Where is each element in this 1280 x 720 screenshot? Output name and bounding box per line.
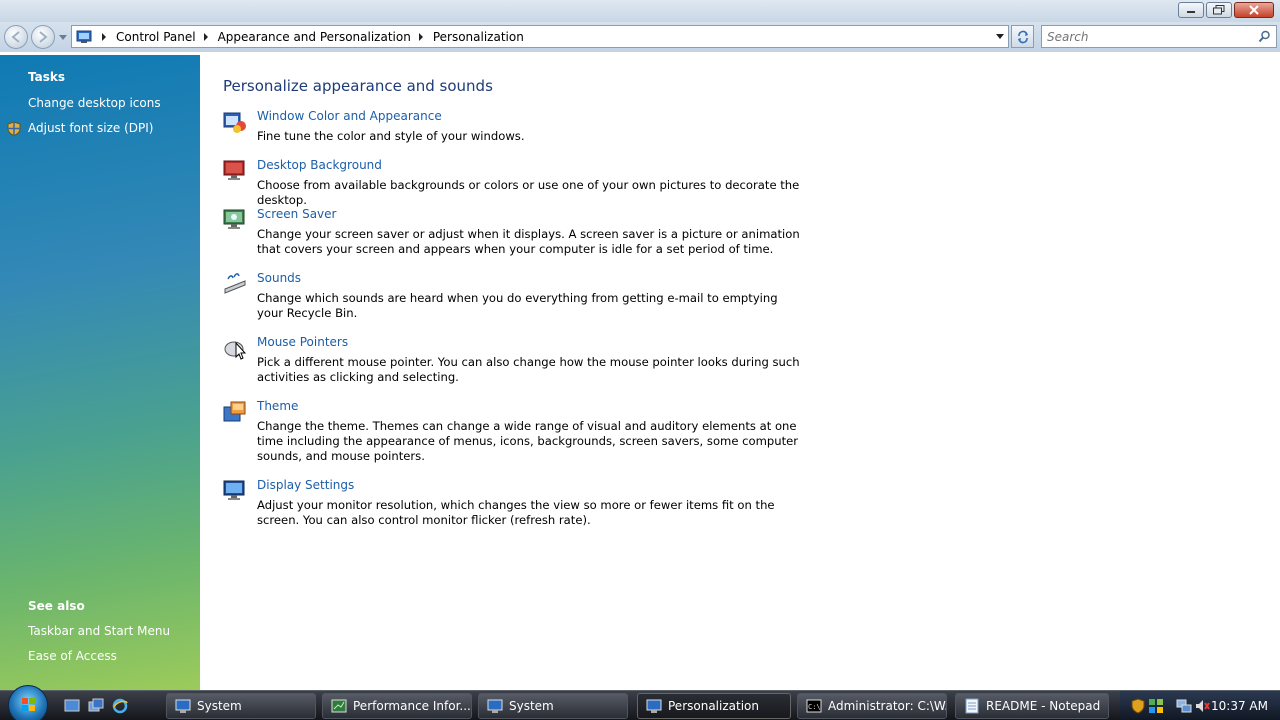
network-icon[interactable] [1176,698,1192,714]
main-content: Personalize appearance and sounds Window… [200,55,1280,690]
mouse-pointers-link[interactable]: Mouse Pointers [257,335,348,349]
display-settings-icon[interactable] [222,478,248,504]
taskbar-button-label: System [197,699,242,713]
control-panel-icon [76,30,92,43]
change-desktop-icons-link[interactable]: Change desktop icons [28,96,161,110]
command-prompt-icon: C:\ [806,699,822,713]
show-desktop-icon[interactable] [64,698,80,714]
window-color-link[interactable]: Window Color and Appearance [257,109,442,123]
tasks-heading: Tasks [28,70,66,84]
desktop-background-link[interactable]: Desktop Background [257,158,382,172]
taskbar-button-label: System [509,699,554,713]
sounds-link[interactable]: Sounds [257,271,301,285]
breadcrumb-personalization[interactable]: Personalization [433,30,524,44]
see-also-heading: See also [28,599,85,613]
minimize-button[interactable] [1178,2,1204,18]
back-button[interactable] [4,25,28,49]
forward-button[interactable] [31,25,55,49]
close-icon [1249,5,1259,15]
theme-icon[interactable] [222,399,248,425]
window-color-icon[interactable] [222,109,248,135]
taskbar-button-label: Performance Infor... [353,699,471,713]
security-shield-icon[interactable] [1130,698,1146,714]
taskbar-button-command-prompt[interactable]: C:\ Administrator: C:\W... [797,693,947,719]
screen-saver-description: Change your screen saver or adjust when … [257,227,800,256]
adjust-font-size-link[interactable]: Adjust font size (DPI) [28,121,153,135]
theme-link[interactable]: Theme [257,399,298,413]
search-input[interactable] [1042,26,1242,47]
search-box[interactable] [1041,25,1277,48]
desktop-background-description: Choose from available backgrounds or col… [257,178,800,207]
forward-arrow-icon [39,31,48,43]
back-arrow-icon [11,31,20,43]
address-dropdown-icon[interactable] [996,34,1004,39]
restore-button[interactable] [1206,2,1232,18]
refresh-button[interactable] [1011,25,1034,48]
notification-area: 10:37 AM [1120,691,1280,720]
windows-logo-icon [22,698,35,711]
system-icon [175,699,191,713]
restore-icon [1213,5,1225,15]
sounds-description: Change which sounds are heard when you d… [257,291,778,320]
start-button[interactable] [8,685,48,720]
page-title: Personalize appearance and sounds [223,77,493,95]
taskbar-and-start-menu-link[interactable]: Taskbar and Start Menu [28,624,170,638]
breadcrumb-separator-icon[interactable] [203,32,208,41]
desktop-background-icon[interactable] [222,158,248,184]
taskbar: System Performance Infor... System Perso… [0,685,1280,720]
screen-saver-link[interactable]: Screen Saver [257,207,336,221]
switch-windows-icon[interactable] [88,698,104,714]
address-bar[interactable]: Control Panel Appearance and Personaliza… [71,25,1009,48]
refresh-icon [1017,30,1028,43]
theme-description: Change the theme. Themes can change a wi… [257,419,799,463]
taskbar-button-notepad[interactable]: README - Notepad [955,693,1109,719]
search-icon[interactable] [1258,30,1271,43]
minimize-icon [1187,11,1195,13]
volume-muted-icon[interactable] [1194,698,1210,714]
window-color-description: Fine tune the color and style of your wi… [257,129,525,143]
taskbar-button-system[interactable]: System [166,693,316,719]
system-clock[interactable]: 10:37 AM [1211,699,1268,713]
display-settings-description: Adjust your monitor resolution, which ch… [257,498,775,527]
breadcrumb-appearance-and-personalization[interactable]: Appearance and Personalization [218,30,411,44]
notepad-icon [965,698,979,714]
performance-icon [331,699,347,713]
breadcrumb-control-panel[interactable]: Control Panel [116,30,196,44]
mouse-pointers-description: Pick a different mouse pointer. You can … [257,355,800,384]
personalization-icon [646,699,662,713]
mouse-pointers-icon[interactable] [222,335,248,361]
taskbar-button-label: README - Notepad [986,699,1101,713]
system-icon [487,699,503,713]
recent-pages-dropdown-icon[interactable] [59,32,67,42]
taskbar-button-performance[interactable]: Performance Infor... [322,693,472,719]
navigation-bar: Control Panel Appearance and Personaliza… [0,22,1280,52]
taskbar-button-system-2[interactable]: System [478,693,628,719]
title-bar [0,0,1280,22]
window-controls [1178,2,1274,18]
ease-of-access-link[interactable]: Ease of Access [28,649,117,663]
breadcrumb-separator-icon[interactable] [418,32,423,41]
svg-text:C:\: C:\ [808,703,821,711]
display-settings-link[interactable]: Display Settings [257,478,354,492]
uac-shield-icon [7,121,21,136]
tasks-sidebar: Tasks Change desktop icons Adjust font s… [0,55,200,690]
taskbar-button-label: Administrator: C:\W... [828,699,947,713]
sounds-icon[interactable] [222,271,248,297]
breadcrumb-separator-icon[interactable] [102,32,106,41]
taskbar-button-label: Personalization [668,699,759,713]
close-button[interactable] [1234,2,1274,18]
internet-explorer-icon[interactable] [112,698,128,714]
taskbar-button-personalization[interactable]: Personalization [637,693,791,719]
security-center-icon[interactable] [1148,698,1164,714]
screen-saver-icon[interactable] [222,207,248,233]
